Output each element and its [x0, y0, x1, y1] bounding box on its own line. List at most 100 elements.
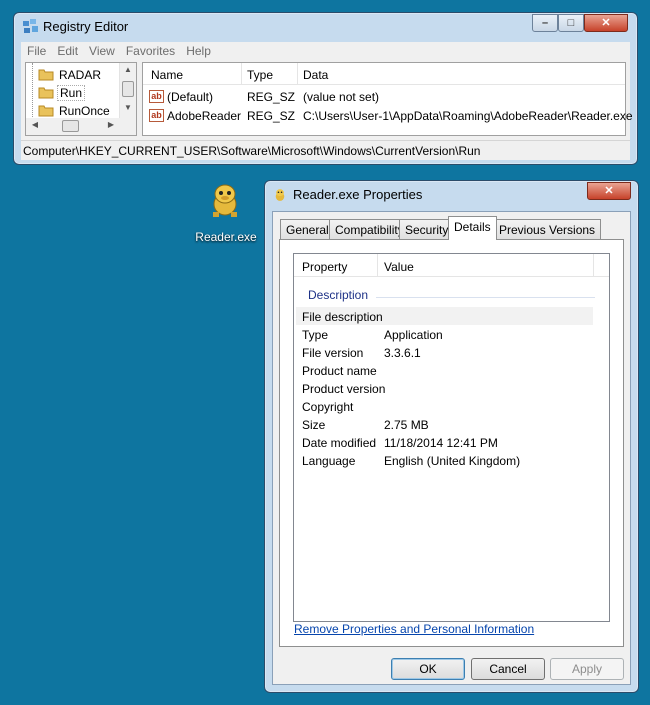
desktop-icon-reader[interactable]: Reader.exe — [192, 182, 260, 248]
values-list-header: Name Type Data — [143, 63, 625, 85]
column-divider[interactable] — [377, 254, 378, 277]
table-row[interactable]: Size 2.75 MB — [296, 415, 593, 433]
table-row[interactable]: ab (Default) REG_SZ (value not set) — [143, 88, 625, 107]
group-header-description[interactable]: Description — [308, 288, 368, 302]
property-name: Product name — [302, 364, 377, 378]
property-value: 2.75 MB — [384, 418, 429, 432]
details-list-header: Property Value — [294, 254, 609, 277]
registry-title-bar[interactable]: Registry Editor – □ ✕ — [14, 13, 637, 41]
cancel-button[interactable]: Cancel — [471, 658, 545, 680]
details-property-list[interactable]: Property Value Description File descript… — [293, 253, 610, 622]
scroll-thumb[interactable] — [122, 81, 134, 97]
column-header-property[interactable]: Property — [302, 260, 347, 274]
table-row[interactable]: Type Application — [296, 325, 593, 343]
table-row[interactable]: Language English (United Kingdom) — [296, 451, 593, 469]
property-value: English (United Kingdom) — [384, 454, 521, 468]
property-value: 3.3.6.1 — [384, 346, 421, 360]
tree-horizontal-scrollbar[interactable]: ◀ ▶ — [26, 118, 136, 135]
table-row[interactable]: Copyright — [296, 397, 593, 415]
column-header-data[interactable]: Data — [303, 68, 328, 82]
value-data: (value not set) — [303, 90, 380, 104]
close-button[interactable]: ✕ — [584, 14, 628, 32]
properties-window-title: Reader.exe Properties — [293, 187, 423, 202]
tab-security[interactable]: Security — [399, 219, 455, 239]
tab-details[interactable]: Details — [448, 216, 497, 240]
tree-item-label: Run — [57, 85, 86, 101]
table-row[interactable]: Date modified 11/18/2014 12:41 PM — [296, 433, 593, 451]
apply-button[interactable]: Apply — [550, 658, 624, 680]
folder-icon — [38, 105, 54, 117]
property-name: Date modified — [302, 436, 377, 450]
tree-vertical-scrollbar[interactable]: ▲ ▼ — [119, 63, 136, 120]
registry-editor-icon — [23, 19, 38, 33]
property-name: Copyright — [302, 400, 354, 414]
table-row[interactable]: ab AdobeReader REG_SZ C:\Users\User-1\Ap… — [143, 107, 633, 126]
tab-previous-versions[interactable]: Previous Versions — [493, 219, 602, 239]
column-header-name[interactable]: Name — [151, 68, 183, 82]
string-value-icon: ab — [149, 109, 164, 122]
properties-client-area: General Compatibility Security Details P… — [272, 211, 631, 685]
reader-app-icon — [213, 184, 237, 217]
column-divider[interactable] — [241, 63, 242, 85]
tab-compatibility[interactable]: Compatibility — [329, 219, 410, 239]
table-row[interactable]: File description — [296, 307, 593, 325]
property-name: Type — [302, 328, 329, 342]
value-data: C:\Users\User-1\AppData\Roaming\AdobeRea… — [303, 109, 633, 123]
value-type: REG_SZ — [247, 90, 296, 104]
minimize-button[interactable]: – — [532, 14, 558, 32]
table-row[interactable]: File version 3.3.6.1 — [296, 343, 593, 361]
property-value: 11/18/2014 12:41 PM — [384, 436, 498, 450]
menu-file[interactable]: File — [21, 42, 51, 58]
property-name: File version — [302, 346, 364, 360]
scroll-up-arrow-icon[interactable]: ▲ — [120, 65, 136, 79]
value-name: AdobeReader — [167, 109, 242, 123]
tree-item-run[interactable]: Run — [38, 84, 118, 102]
column-header-type[interactable]: Type — [247, 68, 273, 82]
property-name: File description — [302, 310, 383, 324]
ok-button[interactable]: OK — [391, 658, 465, 680]
close-button[interactable]: ✕ — [587, 182, 631, 200]
string-value-icon: ab — [149, 90, 164, 103]
registry-body: RADAR Run RunOnce ▲ ▼ ◀ ▶ Name Type Data… — [21, 60, 633, 145]
details-tab-panel: Property Value Description File descript… — [279, 239, 624, 647]
properties-title-bar[interactable]: Reader.exe Properties ✕ — [265, 181, 638, 209]
menu-favorites[interactable]: Favorites — [120, 42, 180, 58]
maximize-button[interactable]: □ — [558, 14, 584, 32]
menu-edit[interactable]: Edit — [51, 42, 83, 58]
menu-help[interactable]: Help — [180, 42, 216, 58]
tree-item-label: RADAR — [59, 68, 102, 82]
scroll-left-arrow-icon[interactable]: ◀ — [28, 120, 42, 129]
registry-status-bar: Computer\HKEY_CURRENT_USER\Software\Micr… — [21, 140, 630, 160]
table-row[interactable]: Product version — [296, 379, 593, 397]
column-header-value[interactable]: Value — [384, 260, 414, 274]
column-divider[interactable] — [593, 254, 594, 277]
value-name: (Default) — [167, 90, 214, 104]
scroll-down-arrow-icon[interactable]: ▼ — [120, 103, 136, 117]
registry-menu-bar: File Edit View Favorites Help — [21, 42, 630, 60]
properties-window[interactable]: Reader.exe Properties ✕ General Compatib… — [264, 180, 639, 693]
scroll-right-arrow-icon[interactable]: ▶ — [104, 120, 118, 129]
registry-editor-window[interactable]: Registry Editor – □ ✕ File Edit View Favori… — [13, 12, 638, 165]
registry-values-list[interactable]: Name Type Data ab (Default) REG_SZ (valu… — [142, 62, 633, 136]
property-name: Product version — [302, 382, 386, 396]
group-divider — [376, 297, 595, 298]
column-divider[interactable] — [297, 63, 298, 85]
registry-window-title: Registry Editor — [43, 19, 129, 34]
scroll-thumb[interactable] — [62, 120, 79, 132]
menu-view[interactable]: View — [83, 42, 120, 58]
registry-key-path: Computer\HKEY_CURRENT_USER\Software\Micr… — [23, 144, 481, 158]
tree-item-radar[interactable]: RADAR — [38, 66, 118, 84]
tree-item-label: RunOnce — [59, 104, 110, 118]
property-value: Application — [384, 328, 443, 342]
reader-app-icon — [275, 189, 285, 201]
property-name: Language — [302, 454, 356, 468]
folder-icon — [38, 69, 54, 81]
remove-properties-link[interactable]: Remove Properties and Personal Informati… — [294, 622, 534, 636]
desktop-icon-label: Reader.exe — [195, 230, 257, 244]
tab-general[interactable]: General — [280, 219, 335, 239]
registry-key-tree[interactable]: RADAR Run RunOnce ▲ ▼ ◀ ▶ — [25, 62, 137, 136]
folder-icon — [38, 87, 54, 99]
value-type: REG_SZ — [247, 109, 296, 123]
table-row[interactable]: Product name — [296, 361, 593, 379]
property-name: Size — [302, 418, 326, 432]
